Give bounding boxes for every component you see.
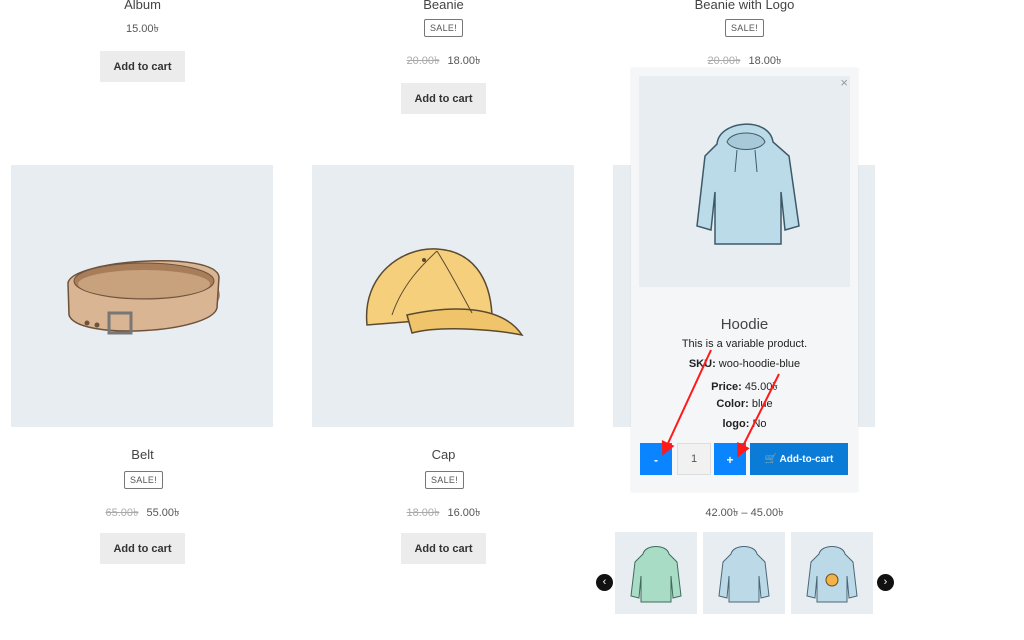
annotation-arrows <box>661 349 780 458</box>
